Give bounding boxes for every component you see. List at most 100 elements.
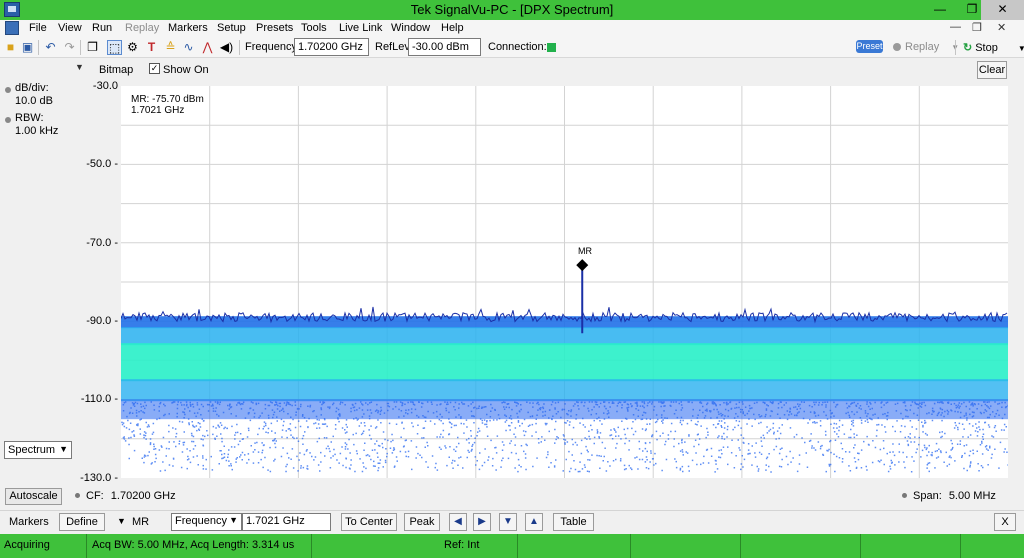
menu-view[interactable]: View bbox=[58, 22, 82, 34]
span-value: 5.00 MHz bbox=[948, 490, 996, 502]
trace-icon[interactable]: ∿ bbox=[181, 40, 196, 55]
status-separator bbox=[860, 534, 861, 558]
menu-file[interactable]: File bbox=[29, 22, 47, 34]
y-tick-label: -50.0 - bbox=[86, 158, 118, 170]
density-band-core bbox=[121, 343, 1008, 382]
marker-diamond-icon bbox=[576, 259, 589, 272]
menu-markers[interactable]: Markers bbox=[168, 22, 208, 34]
stop-dropdown-icon[interactable]: ▼ bbox=[1018, 44, 1024, 53]
menu-replay[interactable]: Replay bbox=[125, 22, 159, 34]
marker-readout-amplitude: MR: -75.70 dBm bbox=[131, 94, 204, 105]
connection-label: Connection: bbox=[488, 41, 547, 53]
replay-button[interactable]: Replay▼ bbox=[893, 41, 959, 53]
marker-toolbar: Markers Define ▼ MR Frequency ▼ 1.7021 G… bbox=[0, 510, 1024, 534]
db-div-dot-icon bbox=[5, 87, 11, 93]
density-band-upper bbox=[121, 327, 1008, 346]
db-div-value[interactable]: 10.0 dB bbox=[15, 95, 53, 107]
show-checkbox[interactable]: ✓ bbox=[149, 63, 160, 74]
cf-label: CF: bbox=[86, 490, 104, 502]
marker-name[interactable]: MR bbox=[132, 516, 149, 528]
db-div-label: dB/div: bbox=[15, 82, 49, 94]
save-icon[interactable]: ▣ bbox=[20, 40, 35, 55]
clear-button[interactable]: Clear bbox=[977, 61, 1007, 79]
y-tick-label: -30.0 bbox=[92, 80, 118, 92]
marker-measure-select[interactable]: Frequency ▼ bbox=[171, 513, 242, 531]
span-row[interactable]: Span: 5.00 MHz bbox=[902, 490, 996, 502]
autoscale-button[interactable]: Autoscale bbox=[5, 488, 62, 505]
marker-measure-value: Frequency bbox=[175, 515, 227, 527]
menu-tools[interactable]: Tools bbox=[301, 22, 327, 34]
chevron-down-icon: ▼ bbox=[59, 444, 68, 454]
redo-icon[interactable]: ↷ bbox=[62, 40, 77, 55]
markers-icon[interactable]: ≙ bbox=[163, 40, 178, 55]
mdi-restore-button[interactable]: ❐ bbox=[972, 21, 982, 34]
audio-icon[interactable]: ◀) bbox=[219, 40, 234, 55]
toolbar-separator bbox=[239, 40, 240, 55]
arrow-left-icon[interactable]: ◀ bbox=[449, 513, 467, 531]
spectrum-plot[interactable] bbox=[121, 86, 1008, 478]
menu-run[interactable]: Run bbox=[92, 22, 112, 34]
minimize-button[interactable]: — bbox=[926, 0, 954, 20]
peak-icon[interactable]: ⋀ bbox=[200, 40, 215, 55]
on-label: On bbox=[194, 64, 209, 76]
marker-frequency-input[interactable]: 1.7021 GHz bbox=[242, 513, 331, 531]
marker-readout-frequency: 1.7021 GHz bbox=[131, 105, 185, 116]
peak-button[interactable]: Peak bbox=[404, 513, 440, 531]
preset-button[interactable]: Preset bbox=[856, 40, 883, 53]
replay-dot-icon bbox=[893, 43, 901, 51]
display-type-select[interactable]: Spectrum ▼ bbox=[4, 441, 72, 459]
chevron-down-icon: ▼ bbox=[229, 515, 238, 525]
y-tick-label: -70.0 - bbox=[86, 237, 118, 249]
title-bar: Tek SignalVu-PC - [DPX Spectrum] — ❐ ✕ bbox=[0, 0, 1024, 20]
to-center-button[interactable]: To Center bbox=[341, 513, 397, 531]
toolbar-separator bbox=[38, 40, 39, 55]
reference-info: Ref: Int bbox=[444, 539, 480, 551]
marker-tag: MR bbox=[578, 246, 592, 256]
settings-icon[interactable]: ⚙ bbox=[125, 40, 140, 55]
y-tick-label: -90.0 - bbox=[86, 315, 118, 327]
rbw-value[interactable]: 1.00 kHz bbox=[15, 125, 58, 137]
y-tick-label: -110.0 - bbox=[80, 393, 118, 405]
define-button[interactable]: Define bbox=[59, 513, 105, 531]
menu-presets[interactable]: Presets bbox=[256, 22, 293, 34]
menu-live-link[interactable]: Live Link bbox=[339, 22, 382, 34]
acquisition-info: Acq BW: 5.00 MHz, Acq Length: 3.314 us bbox=[92, 539, 295, 551]
window-icon[interactable]: ❐ bbox=[85, 40, 100, 55]
mdi-minimize-button[interactable]: — bbox=[950, 21, 961, 33]
status-bar: Acquiring Acq BW: 5.00 MHz, Acq Length: … bbox=[0, 534, 1024, 558]
open-folder-icon[interactable]: ■ bbox=[3, 40, 18, 55]
span-label: Span: bbox=[913, 490, 942, 502]
chevron-down-icon[interactable]: ▼ bbox=[75, 62, 84, 72]
bitmap-label: Bitmap bbox=[99, 64, 134, 76]
reflev-input[interactable]: -30.00 dBm bbox=[408, 38, 481, 56]
table-button[interactable]: Table bbox=[553, 513, 594, 531]
stop-button[interactable]: ↻ Stop ▼ bbox=[963, 41, 1024, 54]
rbw-label: RBW: bbox=[15, 112, 44, 124]
show-label: Show bbox=[163, 64, 191, 76]
menu-setup[interactable]: Setup bbox=[217, 22, 246, 34]
text-tool-icon[interactable]: T bbox=[144, 40, 159, 55]
mdi-close-button[interactable]: ✕ bbox=[997, 21, 1006, 34]
status-separator bbox=[960, 534, 961, 558]
replay-label: Replay bbox=[905, 41, 940, 53]
select-icon[interactable]: ⬚ bbox=[107, 40, 122, 55]
status-separator bbox=[311, 534, 312, 558]
document-icon[interactable] bbox=[5, 21, 19, 35]
menu-window[interactable]: Window bbox=[391, 22, 430, 34]
undo-icon[interactable]: ↶ bbox=[43, 40, 58, 55]
frequency-input[interactable]: 1.70200 GHz bbox=[294, 38, 369, 56]
density-band-lower bbox=[121, 379, 1008, 402]
arrow-up-icon[interactable]: ▲ bbox=[525, 513, 543, 531]
status-separator bbox=[740, 534, 741, 558]
span-dot-icon bbox=[902, 493, 907, 498]
close-marker-toolbar-button[interactable]: X bbox=[994, 513, 1016, 531]
close-window-button[interactable]: ✕ bbox=[981, 0, 1024, 20]
status-separator bbox=[86, 534, 87, 558]
refresh-icon: ↻ bbox=[963, 42, 973, 54]
stop-label: Stop bbox=[975, 42, 998, 54]
arrow-right-icon[interactable]: ▶ bbox=[473, 513, 491, 531]
menu-help[interactable]: Help bbox=[441, 22, 464, 34]
chevron-down-icon[interactable]: ▼ bbox=[117, 516, 126, 526]
arrow-down-icon[interactable]: ▼ bbox=[499, 513, 517, 531]
center-frequency-row[interactable]: CF: 1.70200 GHz bbox=[75, 490, 176, 502]
